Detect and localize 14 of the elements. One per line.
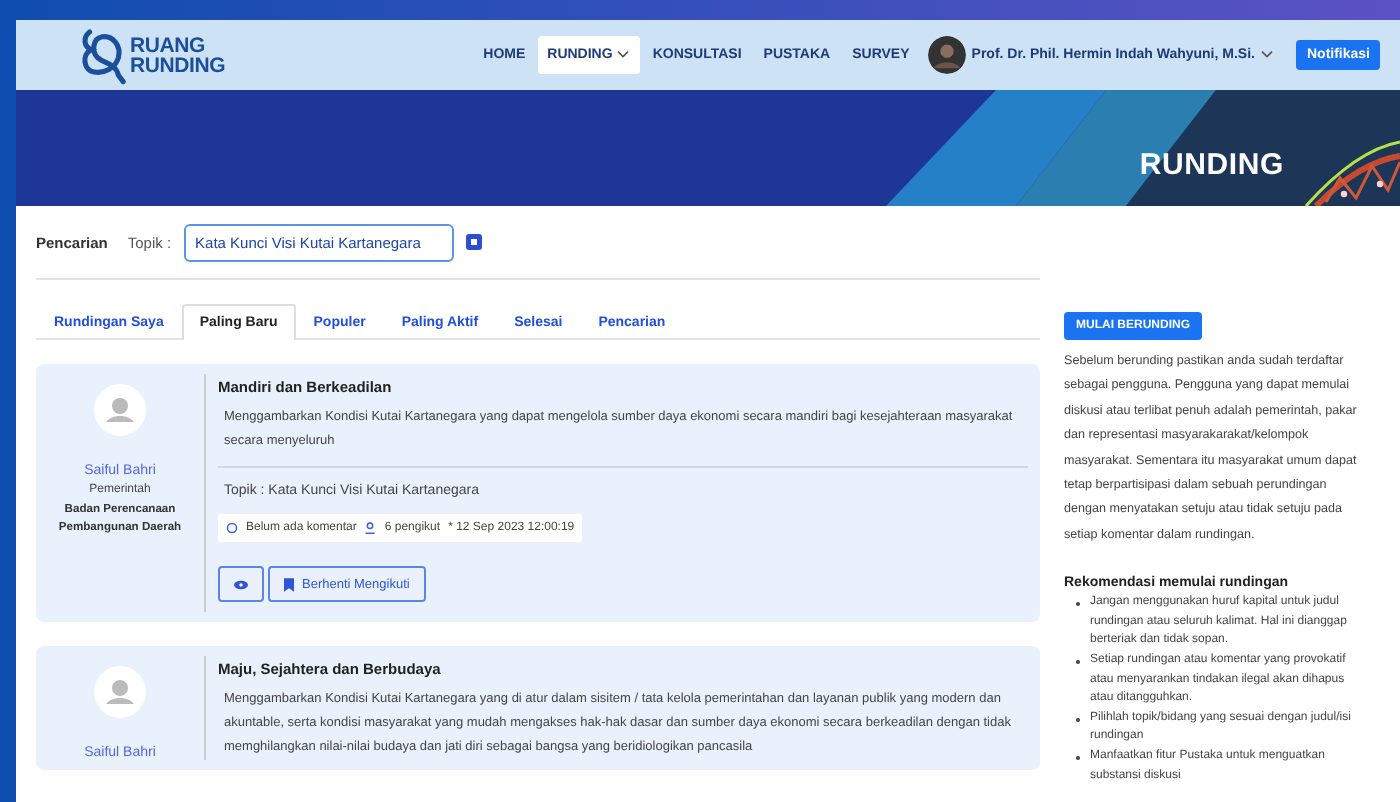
user-icon	[364, 522, 377, 534]
avatar-icon	[927, 36, 966, 74]
avatar-icon	[94, 384, 146, 436]
comment-icon	[226, 522, 238, 534]
bookmark-icon	[284, 577, 294, 591]
view-button[interactable]	[218, 566, 264, 602]
avatar-icon	[94, 666, 146, 718]
page-title: RUNDING	[1139, 148, 1284, 182]
remove-icon[interactable]	[465, 234, 482, 250]
logo-text: RUNDING	[130, 55, 226, 75]
logo-icon	[80, 25, 128, 85]
caret-icon	[1260, 50, 1275, 60]
logo-text: RUANG	[130, 35, 207, 55]
eye-icon	[234, 579, 248, 589]
